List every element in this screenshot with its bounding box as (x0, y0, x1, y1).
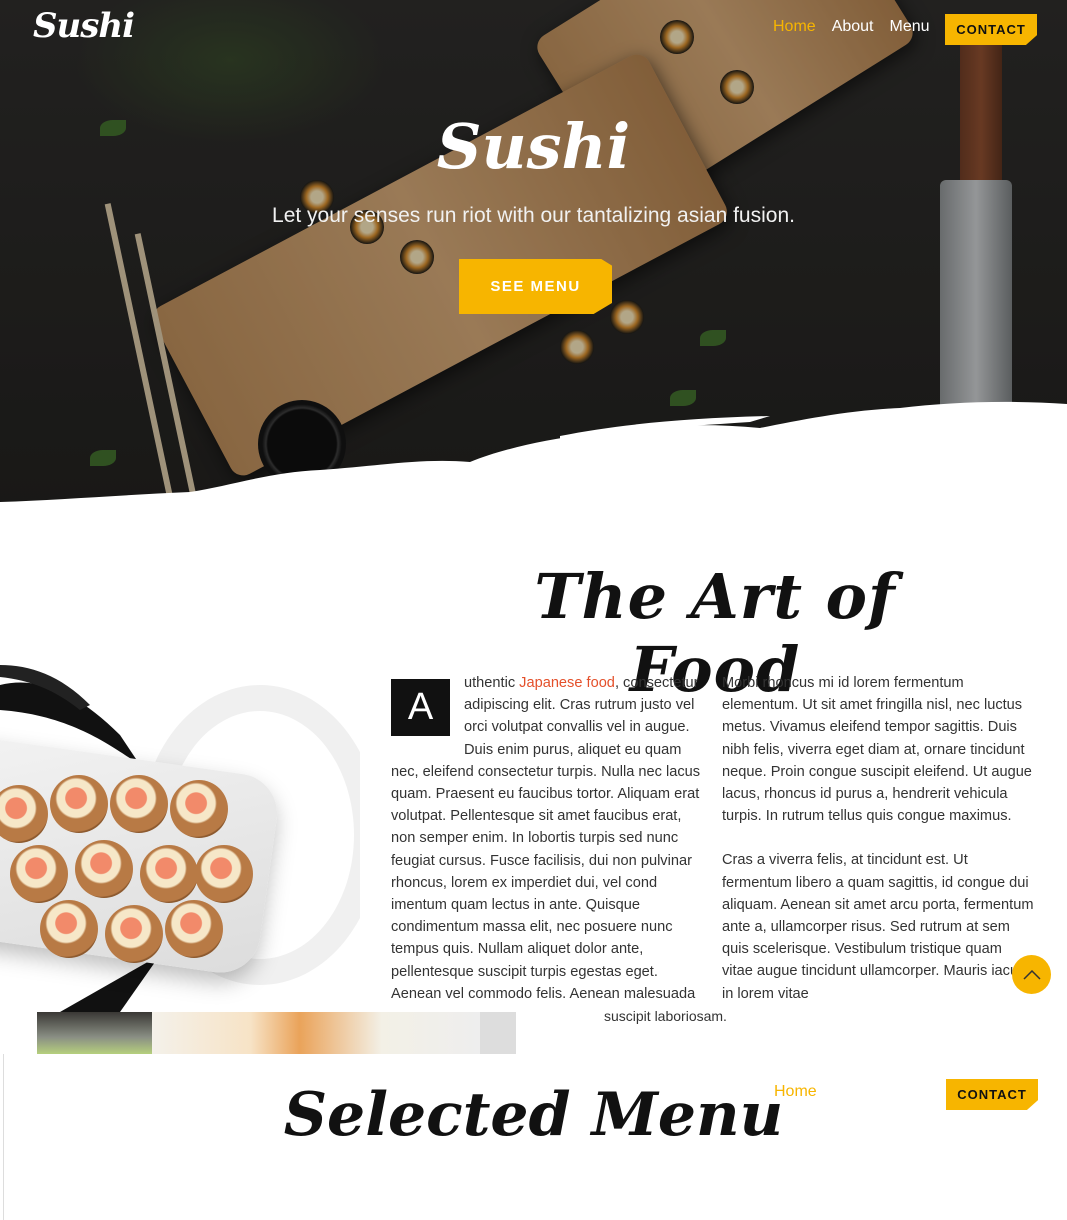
hero-subtitle: Let your senses run riot with our tantal… (272, 204, 795, 227)
nav-link-home[interactable]: Home (774, 1083, 817, 1101)
chevron-up-icon (1022, 969, 1041, 980)
article-column-2: Morbi rhoncus mi id lorem fermentum elem… (722, 672, 1034, 1008)
main-nav: Sushi Home About Menu CONTACT (0, 0, 1067, 58)
menu-image (37, 1012, 152, 1054)
hero-section: Sushi Home About Menu CONTACT Sushi Let … (0, 0, 1067, 510)
site-logo[interactable]: Sushi (33, 6, 135, 46)
nav-links: Home About Menu (773, 18, 930, 36)
paragraph: Morbi rhoncus mi id lorem fermentum elem… (722, 675, 1032, 825)
scroll-to-top-button[interactable] (1012, 955, 1051, 994)
see-menu-button[interactable]: SEE MENU (459, 259, 612, 314)
ink-splash-decoration (60, 955, 160, 1012)
nav-link-about[interactable]: About (832, 18, 874, 36)
food-plate-image (0, 665, 360, 1012)
nav-link-menu[interactable]: Menu (890, 18, 930, 36)
menu-image (152, 1012, 480, 1054)
japanese-food-link[interactable]: Japanese food (519, 675, 615, 691)
article-column-1: uthentic Japanese food, consectetur adip… (391, 675, 701, 1002)
contact-button[interactable]: CONTACT (945, 14, 1037, 45)
contact-button[interactable]: CONTACT (946, 1079, 1038, 1110)
overflow-text: suscipit laboriosam. (604, 1008, 727, 1024)
menu-image (480, 1012, 516, 1054)
section-title-selected-menu: Selected Menu (283, 1080, 784, 1150)
paragraph: Cras a viverra felis, at tincidunt est. … (722, 852, 1034, 1002)
brush-stroke-divider (0, 401, 1067, 510)
nav-link-home[interactable]: Home (773, 18, 816, 36)
menu-images-strip (0, 1012, 1067, 1054)
hero-title: Sushi (436, 110, 631, 183)
